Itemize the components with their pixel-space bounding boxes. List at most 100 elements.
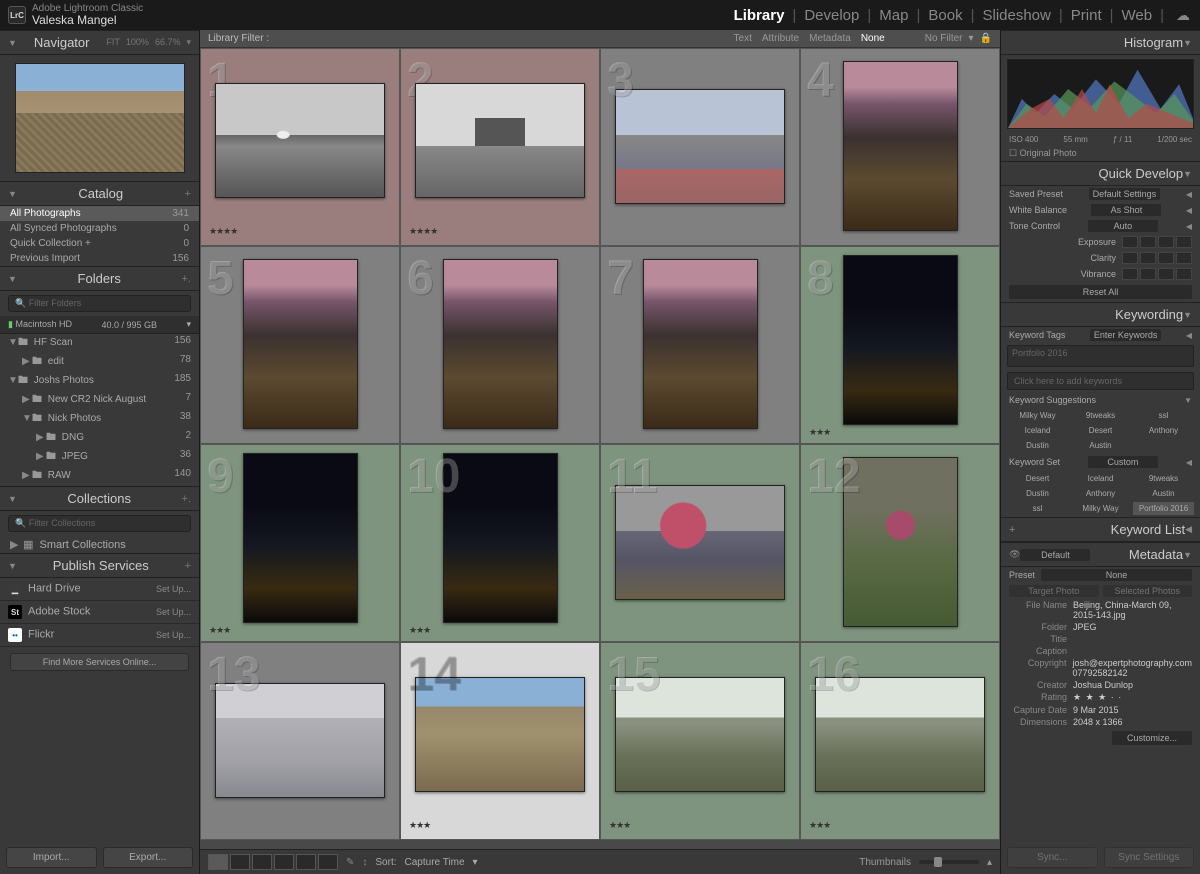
catalog-item[interactable]: All Synced Photographs0	[0, 221, 199, 236]
keyword-suggestion[interactable]: Dustin	[1007, 439, 1068, 452]
smart-collections[interactable]: ▶ ▦ Smart Collections	[0, 536, 199, 553]
navigator-header[interactable]: ▼ Navigator FIT 100% 66.7% ▾	[0, 30, 199, 55]
painter-icon[interactable]: ✎	[346, 857, 354, 868]
keyword-tags-field[interactable]: Portfolio 2016	[1007, 345, 1194, 367]
metadata-row[interactable]: Caption	[1001, 645, 1200, 657]
map-view-button[interactable]	[318, 854, 338, 870]
decrease-large-button[interactable]	[1122, 252, 1138, 264]
chevron-left-icon[interactable]: ◀	[1186, 222, 1192, 231]
collections-search[interactable]: 🔍 Filter Collections	[8, 515, 191, 532]
folder-item[interactable]: ▶🖿 JPEG36	[0, 448, 199, 467]
chevron-left-icon[interactable]: ◀	[1186, 206, 1192, 215]
folder-item[interactable]: ▼🖿 Joshs Photos185	[0, 372, 199, 391]
thumbnail[interactable]	[843, 61, 958, 231]
plus-icon[interactable]: +	[185, 560, 191, 572]
reset-all-button[interactable]: Reset All	[1009, 285, 1192, 299]
module-develop[interactable]: Develop	[802, 7, 861, 24]
original-photo-checkbox[interactable]: ☐ Original Photo	[1001, 146, 1200, 161]
folder-item[interactable]: ▼🖿 HF Scan156	[0, 334, 199, 353]
compare-view-button[interactable]	[252, 854, 272, 870]
thumbnail[interactable]	[843, 457, 958, 627]
nav-fit[interactable]: FIT	[106, 37, 120, 48]
metadata-view-select[interactable]: Default	[1020, 549, 1090, 561]
thumbnail[interactable]	[615, 677, 785, 792]
metadata-preset-select[interactable]: None	[1041, 569, 1192, 581]
keyword-suggestion[interactable]: 9tweaks	[1070, 409, 1131, 422]
module-book[interactable]: Book	[926, 7, 964, 24]
metadata-row[interactable]: Capture Date9 Mar 2015	[1001, 704, 1200, 716]
grid-cell[interactable]: 15★★★	[600, 642, 800, 840]
metadata-row[interactable]: CreatorJoshua Dunlop	[1001, 679, 1200, 691]
thumbnail[interactable]	[843, 255, 958, 425]
decrease-button[interactable]	[1140, 236, 1156, 248]
keyword-suggestion[interactable]: Desert	[1070, 424, 1131, 437]
keyword-suggestion[interactable]	[1133, 439, 1194, 452]
keyword-set-item[interactable]: Dustin	[1007, 487, 1068, 500]
grid-cell[interactable]: 2★★★★	[400, 48, 600, 246]
filter-tab-none[interactable]: None	[861, 33, 885, 44]
decrease-button[interactable]	[1140, 252, 1156, 264]
keyword-suggestion[interactable]: ssl	[1133, 409, 1194, 422]
keyword-tags-mode[interactable]: Enter Keywords	[1090, 329, 1162, 341]
filter-preset[interactable]: No Filter	[925, 33, 963, 44]
thumbnail[interactable]	[415, 677, 585, 792]
keyword-list-header[interactable]: + Keyword List◀	[1001, 517, 1200, 542]
keyword-set-item[interactable]: Desert	[1007, 472, 1068, 485]
increase-button[interactable]	[1158, 236, 1174, 248]
publish-header[interactable]: ▼ Publish Services +	[0, 553, 199, 578]
plus-icon[interactable]: +.	[182, 493, 191, 505]
keyword-suggestion[interactable]: Austin	[1070, 439, 1131, 452]
lock-icon[interactable]: 🔒	[980, 33, 992, 44]
thumbnail[interactable]	[443, 259, 558, 429]
publish-service[interactable]: ••FlickrSet Up...	[0, 624, 199, 647]
eye-icon[interactable]: 👁	[1009, 549, 1020, 560]
filter-tab-text[interactable]: Text	[734, 33, 752, 44]
thumbnail[interactable]	[615, 89, 785, 204]
keyword-set-select[interactable]: Custom	[1088, 456, 1158, 468]
thumbnail[interactable]	[815, 677, 985, 792]
keyword-set-item[interactable]: Portfolio 2016	[1133, 502, 1194, 515]
grid-cell[interactable]: 3	[600, 48, 800, 246]
chevron-down-icon[interactable]: ▾	[186, 319, 191, 330]
grid-cell[interactable]: 1★★★★	[200, 48, 400, 246]
folders-header[interactable]: ▼ Folders +.	[0, 266, 199, 291]
grid-view-button[interactable]	[208, 854, 228, 870]
decrease-button[interactable]	[1140, 268, 1156, 280]
decrease-large-button[interactable]	[1122, 268, 1138, 280]
sort-value[interactable]: Capture Time	[405, 857, 465, 868]
module-web[interactable]: Web	[1120, 7, 1155, 24]
keywording-header[interactable]: Keywording▼	[1001, 302, 1200, 327]
histogram[interactable]	[1007, 59, 1194, 129]
thumbnail[interactable]	[215, 83, 385, 198]
thumbnail[interactable]	[443, 453, 558, 623]
grid-cell[interactable]: 12	[800, 444, 1000, 642]
sort-direction-icon[interactable]: ↕	[362, 857, 367, 868]
thumbnail[interactable]	[243, 453, 358, 623]
keyword-suggestion[interactable]: Iceland	[1007, 424, 1068, 437]
drive-row[interactable]: ▮ Macintosh HD 40.0 / 995 GB ▾	[0, 316, 199, 334]
thumbnail[interactable]	[243, 259, 358, 429]
metadata-row[interactable]: Copyrightjosh@expertphotography.com 0779…	[1001, 657, 1200, 679]
find-services-button[interactable]: Find More Services Online...	[10, 653, 189, 671]
metadata-row[interactable]: File NameBeijing, China-March 09, 2015-1…	[1001, 599, 1200, 621]
catalog-item[interactable]: All Photographs341	[0, 206, 199, 221]
increase-button[interactable]	[1158, 252, 1174, 264]
filter-tab-attribute[interactable]: Attribute	[762, 33, 799, 44]
qd-select[interactable]: Auto	[1088, 220, 1158, 232]
metadata-row[interactable]: FolderJPEG	[1001, 621, 1200, 633]
grid-cell[interactable]: 4	[800, 48, 1000, 246]
module-slideshow[interactable]: Slideshow	[980, 7, 1052, 24]
export-button[interactable]: Export...	[103, 847, 194, 868]
histogram-header[interactable]: Histogram ▼	[1001, 30, 1200, 55]
plus-icon[interactable]: +	[185, 188, 191, 200]
metadata-row[interactable]: Rating★ ★ ★ · ·	[1001, 691, 1200, 704]
collections-header[interactable]: ▼ Collections +.	[0, 486, 199, 511]
chevron-down-icon[interactable]: ▾	[186, 37, 191, 48]
module-print[interactable]: Print	[1069, 7, 1104, 24]
folder-item[interactable]: ▶🖿 edit78	[0, 353, 199, 372]
chevron-down-icon[interactable]: ▾	[969, 33, 974, 44]
module-map[interactable]: Map	[877, 7, 910, 24]
catalog-header[interactable]: ▼ Catalog +	[0, 181, 199, 206]
decrease-large-button[interactable]	[1122, 236, 1138, 248]
sync-settings-button[interactable]: Sync Settings	[1104, 847, 1195, 868]
